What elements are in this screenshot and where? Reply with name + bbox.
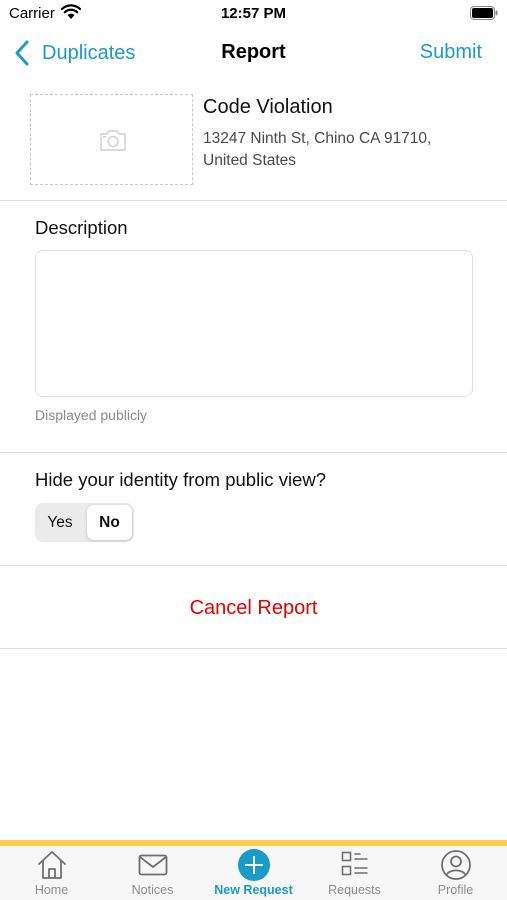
back-button-label: Duplicates [42, 41, 136, 64]
tab-label: Home [34, 883, 69, 897]
description-label: Description [35, 217, 128, 238]
battery-icon [470, 6, 498, 20]
divider [0, 200, 507, 201]
divider [0, 648, 507, 649]
divider [0, 565, 507, 566]
tab-label: New Request [214, 883, 293, 897]
clock: 12:57 PM [220, 5, 287, 22]
back-button[interactable]: Duplicates [14, 37, 135, 69]
divider [0, 452, 507, 453]
home-icon [37, 851, 66, 879]
hide-identity-no-option[interactable]: No [87, 505, 132, 540]
report-category: Code Violation [203, 96, 333, 118]
envelope-icon [138, 854, 167, 876]
person-icon [440, 850, 471, 880]
add-photo-button[interactable] [30, 94, 193, 185]
submit-button[interactable]: Submit [420, 41, 482, 64]
hide-identity-yes-option[interactable]: Yes [35, 503, 85, 542]
camera-icon [100, 130, 126, 151]
plus-circle-icon [237, 849, 270, 881]
tab-home[interactable]: Home [1, 846, 102, 900]
hide-identity-toggle: Yes No [35, 503, 134, 542]
navigation-bar: Duplicates Report Submit [0, 30, 507, 76]
tab-label: Profile [437, 883, 474, 897]
tab-label: Requests [328, 883, 381, 897]
tab-notices[interactable]: Notices [102, 846, 203, 900]
list-icon [341, 851, 368, 876]
tab-requests[interactable]: Requests [304, 846, 405, 900]
description-hint: Displayed publicly [35, 407, 148, 423]
tab-label: Notices [131, 883, 174, 897]
chevron-left-icon [15, 40, 29, 66]
report-address: 13247 Ninth St, Chino CA 91710, United S… [203, 130, 432, 169]
description-input[interactable] [35, 250, 473, 397]
tab-new-request[interactable]: New Request [203, 846, 304, 900]
status-bar: Carrier 12:57 PM [0, 0, 507, 30]
tab-profile[interactable]: Profile [405, 846, 506, 900]
tab-bar: Home Notices New Request Requests Profil… [0, 846, 507, 900]
hide-identity-label: Hide your identity from public view? [35, 469, 326, 490]
cancel-report-button[interactable]: Cancel Report [0, 597, 507, 620]
